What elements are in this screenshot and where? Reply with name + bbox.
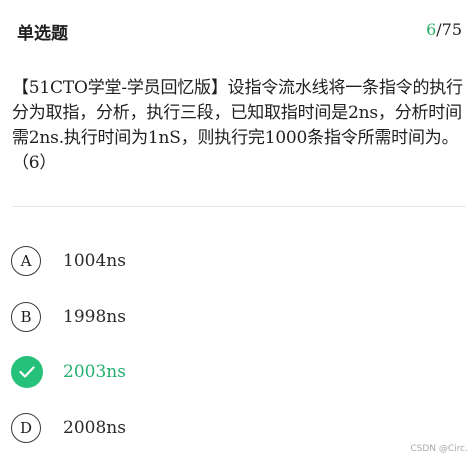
option-a-text: 1004ns bbox=[63, 251, 126, 271]
progress-total: /75 bbox=[436, 20, 462, 39]
divider bbox=[12, 206, 466, 207]
option-a[interactable]: A 1004ns bbox=[11, 246, 451, 280]
option-c-text: 2003ns bbox=[63, 362, 126, 382]
option-b[interactable]: B 1998ns bbox=[11, 302, 451, 336]
option-b-letter: B bbox=[11, 302, 41, 332]
checkmark-icon bbox=[11, 356, 43, 388]
option-d[interactable]: D 2008ns bbox=[11, 413, 451, 447]
option-b-text: 1998ns bbox=[63, 307, 126, 327]
option-d-letter: D bbox=[11, 413, 41, 443]
question-progress: 6/75 bbox=[426, 20, 462, 39]
question-header: 单选题 6/75 bbox=[17, 18, 462, 44]
question-text: 【51CTO学堂-学员回忆版】设指令流水线将一条指令的执行分为取指，分析，执行三… bbox=[12, 78, 463, 173]
progress-current: 6 bbox=[426, 20, 437, 39]
watermark: CSDN @Circ. bbox=[410, 444, 468, 454]
option-d-text: 2008ns bbox=[63, 418, 126, 438]
option-c[interactable]: 2003ns bbox=[11, 356, 451, 391]
question-type-title: 单选题 bbox=[17, 24, 68, 44]
option-a-letter: A bbox=[11, 246, 41, 276]
